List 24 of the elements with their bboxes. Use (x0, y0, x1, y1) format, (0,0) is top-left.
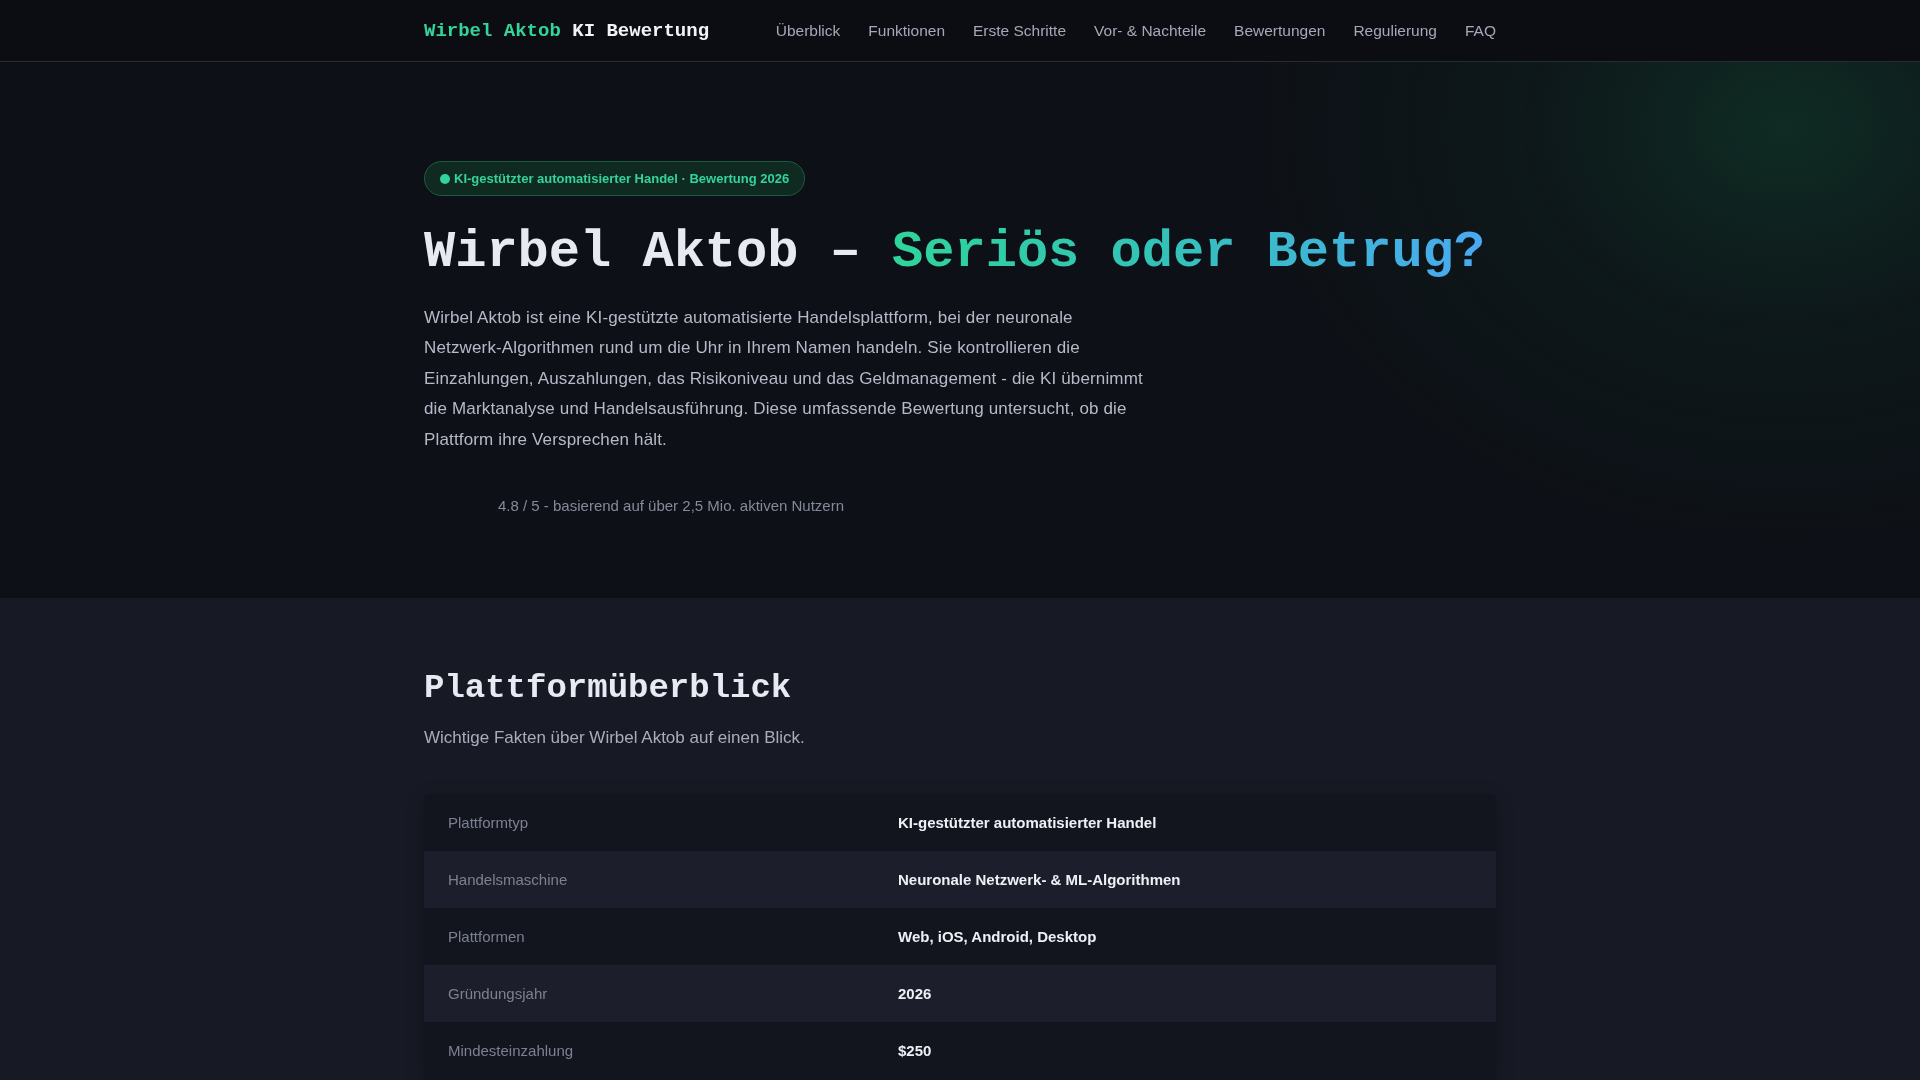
nav-link[interactable]: Vor- & Nachteile (1094, 21, 1207, 40)
fact-label: Plattformen (448, 928, 526, 946)
badge-text: KI-gestützter automatisierter Handel · Bewertung 2026 (454, 171, 790, 186)
nav-link[interactable]: Bewertungen (1234, 21, 1326, 40)
nav-link[interactable]: Erste Schritte (973, 21, 1067, 40)
nav-link[interactable]: FAQ (1465, 21, 1496, 40)
section-heading: Plattformüberblick (424, 668, 793, 710)
dot-icon (440, 173, 450, 184)
fact-value: KI-gestützter automatisierter Handel (898, 814, 1157, 832)
fact-value: Neuronale Netzwerk- & ML-Algorithmen (898, 871, 1181, 889)
nav-link[interactable]: Regulierung (1353, 21, 1437, 40)
section-subtitle: Wichtige Fakten über Wirbel Aktob auf einen Blick. (424, 727, 806, 750)
fact-label: Handelsmaschine (448, 871, 569, 889)
intro-paragraph: Wirbel Aktob ist eine KI-gestützte automatisierte Handelsplattform, bei der neuronale Netzwerk-Algorithmen rund um die Uhr in Ihrem Namen handeln. Sie kontrollieren die Einzahlungen, Auszahlungen, das Risikoniveau und das Geldmanagement - die KI übernimmt die Marktanalyse und Handelsausführung. Diese umfassende Bewertung untersucht, ob die Plattform ihre Versprechen hält. (424, 307, 1144, 451)
fact-value: $250 (898, 1042, 932, 1060)
site-logo[interactable]: Wirbel Aktob KI Bewertung (424, 19, 710, 42)
fact-label: Plattformtyp (448, 814, 530, 832)
nav-link[interactable]: Überblick (775, 21, 841, 40)
fact-value: 2026 (898, 985, 932, 1003)
fact-label: Gründungsjahr (448, 985, 549, 1003)
fact-label: Mindesteinzahlung (448, 1042, 575, 1060)
rating-text: 4.8 / 5 - basierend auf über 2,5 Mio. aktiven Nutzern (498, 496, 845, 517)
nav-link[interactable]: Funktionen (868, 21, 945, 40)
fact-value: Web, iOS, Android, Desktop (898, 928, 1097, 946)
